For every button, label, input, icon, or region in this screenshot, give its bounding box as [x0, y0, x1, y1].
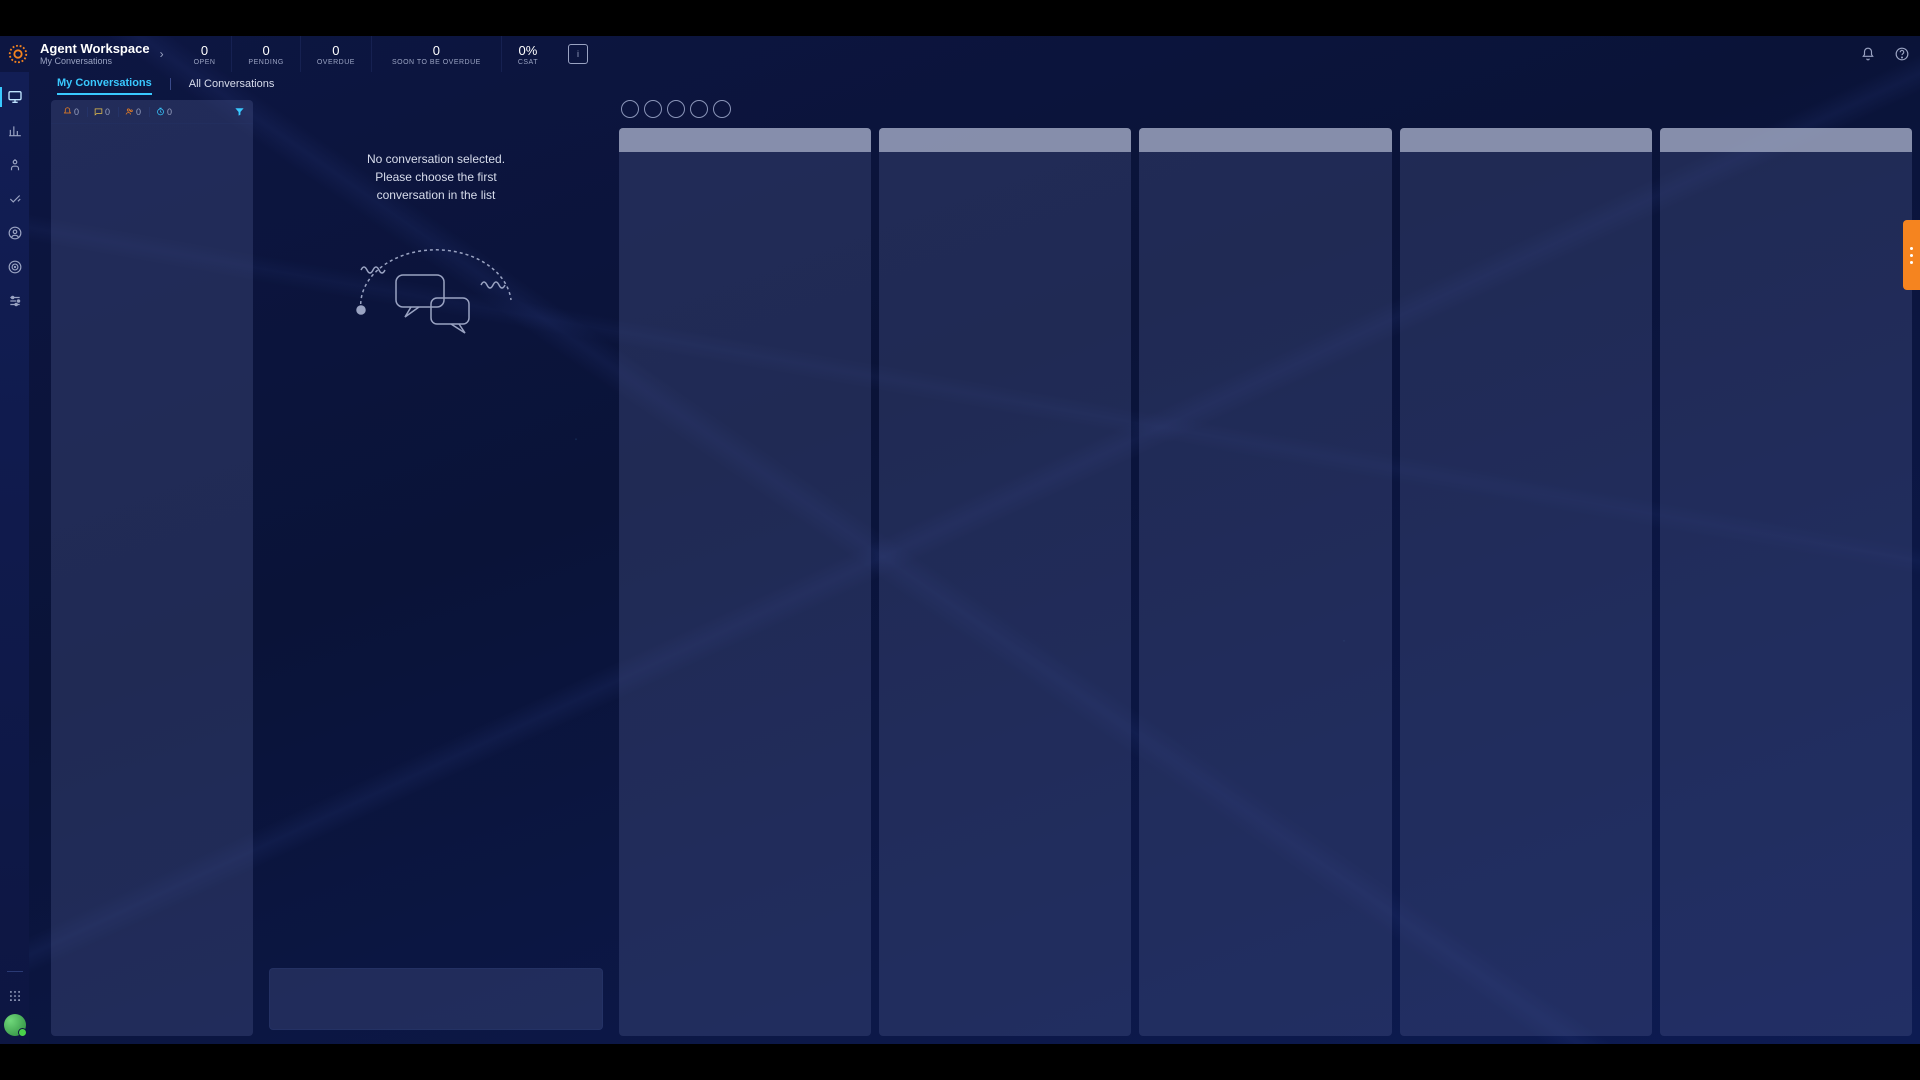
widget-column — [879, 128, 1131, 1036]
top-header: Agent Workspace My Conversations › 0 OPE… — [0, 36, 1920, 72]
tab-all-conversations[interactable]: All Conversations — [189, 74, 275, 94]
widget-column-header — [879, 128, 1131, 152]
nav-agent-workspace[interactable] — [3, 85, 27, 109]
workspace-body: 0 0 0 0 — [29, 96, 1920, 1044]
filter-count: 0 — [74, 107, 79, 117]
widget-column-header — [1660, 128, 1912, 152]
conversation-scope-tabs: My Conversations All Conversations — [29, 72, 1920, 96]
widget-tab-3[interactable] — [667, 100, 685, 118]
metric-label: CSAT — [518, 59, 538, 66]
widget-column-header — [1139, 128, 1391, 152]
filter-assigned[interactable]: 0 — [118, 107, 145, 117]
empty-state: No conversation selected. Please choose … — [261, 100, 611, 1036]
metric-pending: 0 PENDING — [231, 36, 299, 72]
help-icon[interactable] — [1894, 46, 1910, 62]
nav-campaigns[interactable] — [3, 255, 27, 279]
chat-bubbles-illustration — [351, 240, 521, 350]
widgets-region — [619, 100, 1912, 1036]
widget-column-header — [1400, 128, 1652, 152]
widget-tab-1[interactable] — [621, 100, 639, 118]
metric-value: 0% — [519, 43, 538, 58]
widget-tab-2[interactable] — [644, 100, 662, 118]
widget-columns — [619, 128, 1912, 1036]
conversation-detail-panel: No conversation selected. Please choose … — [261, 100, 611, 1036]
widget-column — [1139, 128, 1391, 1036]
metric-value: 0 — [201, 43, 208, 58]
conversation-list-panel: 0 0 0 0 — [51, 100, 253, 1036]
metric-label: PENDING — [248, 59, 283, 66]
filter-count: 0 — [105, 107, 110, 117]
metric-overdue: 0 OVERDUE — [300, 36, 371, 72]
nav-analytics[interactable] — [3, 119, 27, 143]
left-nav-rail — [0, 72, 29, 1044]
nav-apps-grid[interactable] — [3, 984, 27, 1008]
app-logo[interactable] — [6, 42, 30, 66]
widget-column — [619, 128, 871, 1036]
user-avatar[interactable] — [4, 1014, 26, 1036]
tab-my-conversations[interactable]: My Conversations — [57, 73, 152, 95]
metric-value: 0 — [263, 43, 270, 58]
filter-chats[interactable]: 0 — [87, 107, 114, 117]
metric-label: OVERDUE — [317, 59, 355, 66]
message-compose-box[interactable] — [269, 968, 603, 1030]
empty-line-3: conversation in the list — [367, 186, 505, 204]
nav-users[interactable] — [3, 221, 27, 245]
metric-value: 0 — [433, 43, 440, 58]
workspace-title-block: Agent Workspace My Conversations — [40, 42, 150, 66]
metric-csat: 0% CSAT — [501, 36, 554, 72]
right-edge-handle[interactable] — [1903, 220, 1920, 290]
widget-column — [1400, 128, 1652, 1036]
metric-label: OPEN — [194, 59, 216, 66]
info-button[interactable]: i — [568, 44, 588, 64]
notifications-icon[interactable] — [1860, 46, 1876, 62]
filter-sla[interactable]: 0 — [149, 107, 176, 117]
metric-value: 0 — [332, 43, 339, 58]
conversation-filter-bar: 0 0 0 0 — [51, 100, 253, 124]
metric-label: SOON TO BE OVERDUE — [392, 59, 481, 66]
filter-icon[interactable] — [234, 106, 245, 117]
header-metrics: 0 OPEN 0 PENDING 0 OVERDUE 0 SOON TO BE … — [178, 36, 554, 72]
chevron-right-icon[interactable]: › — [160, 47, 164, 61]
metric-open: 0 OPEN — [178, 36, 232, 72]
nav-bot[interactable] — [3, 153, 27, 177]
filter-alerts[interactable]: 0 — [59, 107, 83, 117]
filter-count: 0 — [167, 107, 172, 117]
empty-line-2: Please choose the first — [367, 168, 505, 186]
workspace-subtitle: My Conversations — [40, 57, 150, 66]
empty-line-1: No conversation selected. — [367, 150, 505, 168]
filter-count: 0 — [136, 107, 141, 117]
widget-tab-5[interactable] — [713, 100, 731, 118]
nav-settings[interactable] — [3, 289, 27, 313]
workspace-title: Agent Workspace — [40, 42, 150, 55]
widget-column — [1660, 128, 1912, 1036]
metric-soon-overdue: 0 SOON TO BE OVERDUE — [371, 36, 501, 72]
widget-tab-4[interactable] — [690, 100, 708, 118]
widget-column-header — [619, 128, 871, 152]
nav-intents[interactable] — [3, 187, 27, 211]
widget-tabs — [619, 100, 1912, 118]
